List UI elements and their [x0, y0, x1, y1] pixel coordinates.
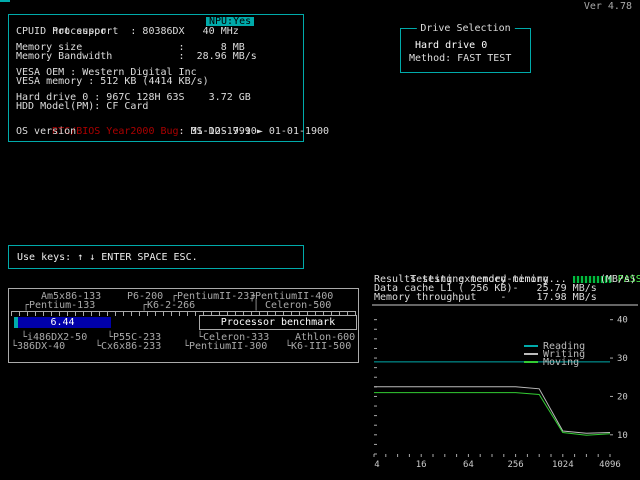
keys-help-text: Use keys: ↑ ↓ ENTER SPACE ESC.: [17, 252, 198, 263]
memory-bandwidth-line: Memory Bandwidth : 28.96 MB/s: [16, 52, 303, 61]
screen-artifact: [0, 0, 10, 2]
benchmark-label: Processor benchmark: [221, 317, 335, 328]
cpu-label: └Cx6x86-233: [95, 342, 161, 351]
cpu-label: ┌Pentium-133: [23, 301, 95, 310]
processor-benchmark-panel: Am5x86-133 P6-200 ┌PentiumII-233 ┌Pentiu…: [8, 288, 359, 363]
chart-legend: Reading Writing Moving: [524, 342, 585, 366]
legend-swatch-moving: [524, 361, 538, 363]
svg-text:30: 30: [617, 354, 628, 364]
svg-text:10: 10: [617, 431, 628, 441]
svg-text:256: 256: [507, 460, 523, 470]
drive-option[interactable]: Hard drive 0: [415, 41, 530, 50]
cpu-label: └K6-III-500: [285, 342, 351, 351]
series-line-moving: [374, 393, 610, 436]
svg-text:4: 4: [374, 460, 379, 470]
legend-label-moving: Moving: [543, 358, 579, 367]
drive-selection-title: Drive Selection: [416, 24, 514, 33]
svg-text:64: 64: [463, 460, 474, 470]
svg-text:16: 16: [416, 460, 427, 470]
vesa-memory-line: VESA memory : 512 KB (4414 KB/s): [16, 77, 303, 86]
system-info-panel: Processor : 80386DX 40 MHz NPU:Yes CPUID…: [8, 14, 304, 142]
legend-swatch-writing: [524, 353, 538, 355]
cpu-label: │ Celeron-500: [253, 301, 331, 310]
memory-speed-chart: 40 30 20 10 4 16 64 256 1024 4096: [372, 304, 640, 476]
os-version-line: OS version : MS-DOS 7.10: [16, 127, 303, 136]
cpu-label: └PentiumII-300: [183, 342, 267, 351]
npu-badge: NPU:Yes: [206, 17, 254, 26]
speedsys-screen: Ver 4.78 Processor : 80386DX 40 MHz NPU:…: [0, 0, 640, 480]
svg-text:40: 40: [617, 316, 628, 326]
cpuid-line: CPUID not support: [16, 27, 303, 36]
keys-help-panel: Use keys: ↑ ↓ ENTER SPACE ESC.: [8, 245, 304, 269]
cpu-label: ┌K6-2-266: [141, 301, 195, 310]
cpu-label: └386DX-40: [11, 342, 65, 351]
drive-selection-panel: Drive Selection Hard drive 0 Method: FAS…: [400, 28, 531, 73]
svg-text:20: 20: [617, 392, 628, 402]
benchmark-score: 6.44: [50, 317, 74, 328]
hdd-model-line: HDD Model(PM): CF Card: [16, 102, 303, 111]
memory-throughput-line: Memory throughput - 17.98 MB/s: [372, 293, 638, 302]
benchmark-label-box: Processor benchmark: [199, 315, 357, 330]
svg-text:1024: 1024: [552, 460, 574, 470]
legend-item-moving: Moving: [524, 358, 585, 366]
units-label: (MB/s): [600, 275, 636, 284]
svg-text:4096: 4096: [599, 460, 621, 470]
series-line-writing: [374, 387, 610, 434]
version-label: Ver 4.78: [584, 2, 632, 11]
memory-test-panel: Testing extended memory...PASSED Results…: [372, 266, 638, 478]
legend-swatch-reading: [524, 345, 538, 347]
benchmark-score-bar: 6.44: [14, 317, 111, 328]
drive-method[interactable]: Method: FAST TEST: [409, 54, 530, 63]
